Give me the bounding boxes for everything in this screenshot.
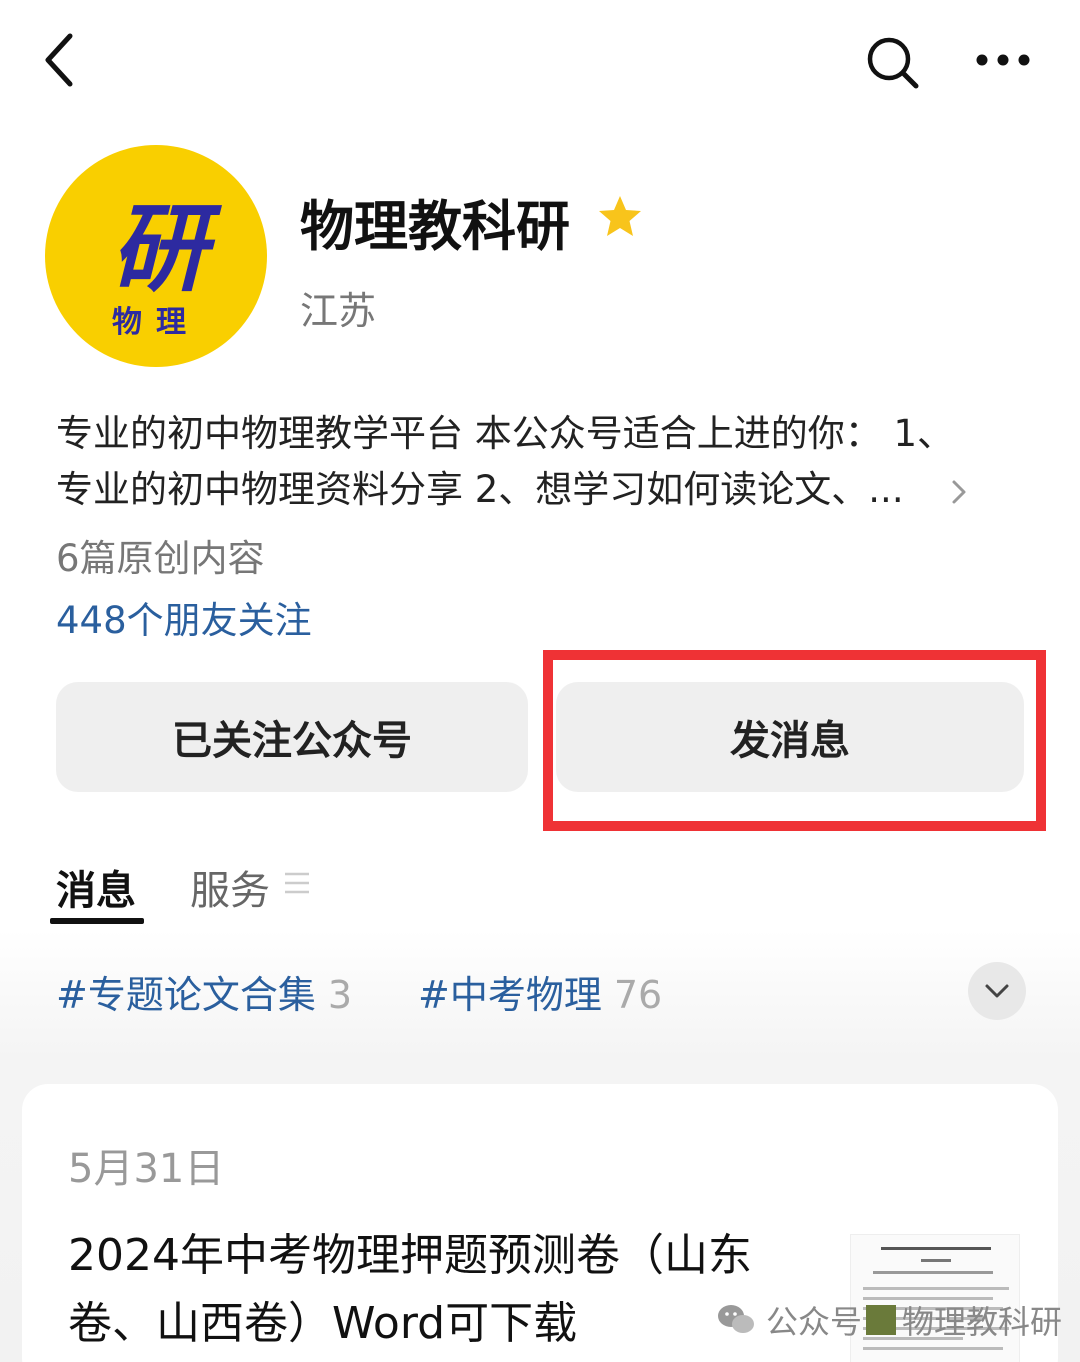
top-bar xyxy=(0,0,1080,120)
account-description[interactable]: 专业的初中物理教学平台 本公众号适合上进的你： 1、 专业的初中物理资料分享 2… xyxy=(56,406,1016,518)
original-count[interactable]: 6篇原创内容 xyxy=(56,528,265,582)
menu-icon[interactable] xyxy=(284,870,310,896)
tag-count: 76 xyxy=(613,973,663,1017)
avatar-sub-text: 物理 xyxy=(112,305,200,340)
tab-bar: 消息 服务 xyxy=(0,850,1080,930)
description-line-1: 专业的初中物理教学平台 本公众号适合上进的你： 1、 xyxy=(56,412,955,455)
tag-zhongkao-physics[interactable]: #中考物理 76 xyxy=(418,964,662,1019)
tag-label: #专题论文合集 xyxy=(56,973,316,1017)
tag-topic-collection[interactable]: #专题论文合集 3 xyxy=(56,964,352,1019)
search-icon[interactable] xyxy=(862,32,922,92)
back-icon[interactable] xyxy=(38,30,88,90)
star-icon xyxy=(599,196,641,236)
expand-tags-button[interactable] xyxy=(968,962,1026,1020)
account-name: 物理教科研 xyxy=(300,195,570,258)
highlight-box xyxy=(543,650,1046,831)
tab-active-indicator xyxy=(50,918,144,924)
account-region: 江苏 xyxy=(300,289,377,333)
tag-label: #中考物理 xyxy=(418,973,602,1017)
article-date: 5月31日 xyxy=(68,1146,225,1192)
watermark-name: 物理教科研 xyxy=(902,1303,1063,1341)
watermark: 公众号 物理教科研 xyxy=(716,1300,1063,1341)
friends-following[interactable]: 448个朋友关注 xyxy=(56,590,312,644)
chevron-right-icon[interactable] xyxy=(948,474,972,510)
wechat-icon xyxy=(718,1305,754,1333)
followed-button[interactable]: 已关注公众号 xyxy=(56,682,528,792)
avatar-main-char: 研 xyxy=(111,193,207,305)
watermark-avatar xyxy=(866,1305,897,1335)
tag-count: 3 xyxy=(327,973,353,1017)
avatar[interactable]: 研 物理 xyxy=(45,145,267,367)
tab-services[interactable]: 服务 xyxy=(190,858,270,916)
watermark-prefix: 公众号 xyxy=(766,1303,863,1341)
chevron-down-icon xyxy=(985,984,1009,998)
tab-messages[interactable]: 消息 xyxy=(56,858,136,916)
description-line-2: 专业的初中物理资料分享 2、想学习如何读论文、... xyxy=(56,468,904,511)
more-icon[interactable] xyxy=(970,40,1036,80)
article-title[interactable]: 2024年中考物理押题预测卷（山东卷、山西卷）Word可下载 xyxy=(68,1222,808,1358)
